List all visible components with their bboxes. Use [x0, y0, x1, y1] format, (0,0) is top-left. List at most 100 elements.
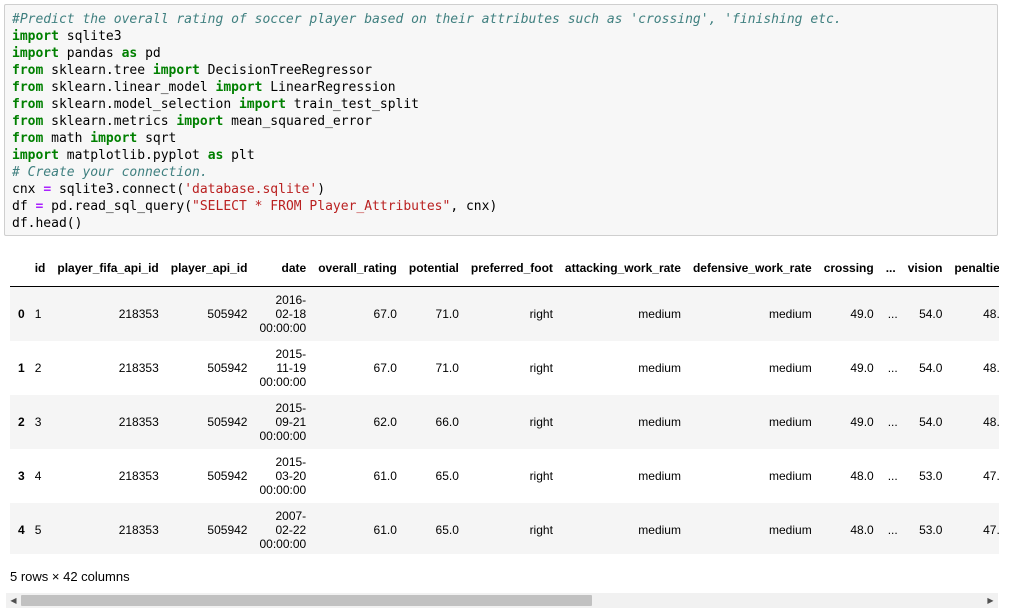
table-row: 1 2 218353 505942 2015-11-19 00:00:00 67.0 71.…: [10, 341, 999, 395]
code-token: import: [238, 97, 286, 112]
scroll-thumb[interactable]: [21, 595, 592, 606]
output-area: id player_fifa_api_id player_api_id date ove…: [10, 250, 999, 554]
code-token: from: [12, 97, 44, 112]
cell-penalties: 47.0: [983, 469, 999, 483]
cell-date: 2007-02-22 00:00:00: [259, 509, 307, 551]
code-token: pd.read_sql_query(: [43, 199, 193, 214]
code-line: from math import sqrt: [12, 130, 997, 147]
code-token: mean_squared_error: [223, 114, 373, 129]
column-header: vision: [907, 261, 943, 275]
code-token: LinearRegression: [262, 80, 396, 95]
code-cell[interactable]: #Predict the overall rating of soccer pl…: [4, 4, 998, 236]
code-token: from: [12, 63, 44, 78]
column-header: crossing: [823, 261, 874, 275]
column-header: defensive_work_rate: [692, 261, 812, 275]
code-token: matplotlib.pyplot: [58, 148, 208, 163]
column-header: preferred_foot: [470, 261, 553, 275]
code-token: from: [12, 114, 44, 129]
row-index: 1: [18, 361, 25, 375]
code-token: ): [317, 182, 326, 197]
cell-player-fifa-api-id: 218353: [118, 469, 159, 483]
code-editor[interactable]: #Predict the overall rating of soccer pl…: [5, 5, 997, 232]
column-header: penalties: [954, 261, 999, 275]
cell-overall-rating: 61.0: [373, 523, 397, 537]
table-row: 4 5 218353 505942 2007-02-22 00:00:00 61.0 65.…: [10, 503, 999, 554]
cell-player-api-id: 505942: [207, 361, 248, 375]
column-header: player_api_id: [170, 261, 248, 275]
code-token: import: [12, 46, 59, 61]
cell-crossing: 49.0: [850, 307, 874, 321]
cell-attacking-work-rate: medium: [638, 415, 681, 429]
column-header: date: [281, 261, 307, 275]
code-token: df: [12, 199, 36, 214]
cell-penalties: 48.0: [983, 415, 999, 429]
code-token: "SELECT * FROM Player_Attributes": [192, 199, 451, 214]
code-line: from sklearn.model_selection import trai…: [12, 96, 997, 113]
cell-defensive-work-rate: medium: [769, 415, 812, 429]
code-token: pandas: [58, 46, 122, 61]
code-line: df.head(): [12, 215, 997, 232]
code-token: import: [215, 80, 263, 95]
cell-player-api-id: 505942: [207, 469, 248, 483]
code-token: =: [43, 182, 52, 197]
code-line: cnx = sqlite3.connect('database.sqlite'): [12, 181, 997, 198]
code-token: 'database.sqlite': [184, 182, 318, 197]
code-token: import: [176, 114, 224, 129]
table-row: 0 1 218353 505942 2016-02-18 00:00:00 67.0 71.…: [10, 286, 999, 341]
code-line: import sqlite3: [12, 28, 997, 45]
cell-defensive-work-rate: medium: [769, 361, 812, 375]
code-token: sqlite3: [58, 29, 122, 44]
code-token: import: [90, 131, 138, 146]
code-token: sklearn.tree: [43, 63, 153, 78]
code-token: cnx: [12, 182, 44, 197]
rows-columns-summary: 5 rows × 42 columns: [10, 569, 130, 584]
cell-overall-rating: 62.0: [373, 415, 397, 429]
cell-player-fifa-api-id: 218353: [118, 523, 159, 537]
cell-preferred-foot: right: [529, 523, 553, 537]
cell-id: 5: [34, 523, 42, 537]
cell-ellipsis: ...: [887, 523, 898, 537]
cell-player-fifa-api-id: 218353: [118, 361, 159, 375]
row-index: 0: [18, 307, 25, 321]
cell-overall-rating: 67.0: [373, 307, 397, 321]
cell-preferred-foot: right: [529, 307, 553, 321]
cell-id: 4: [34, 469, 42, 483]
code-line: #Predict the overall rating of soccer pl…: [12, 11, 997, 28]
cell-date: 2015-11-19 00:00:00: [259, 347, 307, 389]
code-token: import: [12, 148, 59, 163]
column-header: id: [34, 261, 46, 275]
column-header: overall_rating: [318, 261, 397, 275]
scroll-right-arrow-icon[interactable]: ▶: [983, 593, 998, 608]
code-line: from sklearn.linear_model import LinearR…: [12, 79, 997, 96]
cell-ellipsis: ...: [887, 415, 898, 429]
code-token: sqrt: [137, 131, 177, 146]
cell-ellipsis: ...: [887, 469, 898, 483]
cell-ellipsis: ...: [887, 361, 898, 375]
code-token: plt: [223, 148, 255, 163]
cell-penalties: 48.0: [983, 361, 999, 375]
cell-vision: 54.0: [919, 361, 943, 375]
code-token: df.head(): [12, 216, 83, 231]
code-token: as: [207, 148, 224, 163]
cell-vision: 53.0: [919, 469, 943, 483]
column-header: player_fifa_api_id: [57, 261, 159, 275]
dataframe-table: id player_fifa_api_id player_api_id date ove…: [10, 250, 999, 554]
code-line: from sklearn.metrics import mean_squared…: [12, 113, 997, 130]
cell-id: 2: [34, 361, 42, 375]
cell-attacking-work-rate: medium: [638, 307, 681, 321]
scroll-left-arrow-icon[interactable]: ◀: [6, 593, 21, 608]
cell-penalties: 48.0: [983, 307, 999, 321]
horizontal-scrollbar[interactable]: ◀ ▶: [6, 593, 998, 608]
code-token: pd: [137, 46, 161, 61]
cell-attacking-work-rate: medium: [638, 523, 681, 537]
cell-preferred-foot: right: [529, 469, 553, 483]
code-token: as: [121, 46, 138, 61]
code-token: sklearn.model_selection: [43, 97, 239, 112]
cell-vision: 54.0: [919, 415, 943, 429]
cell-crossing: 48.0: [850, 469, 874, 483]
code-token: #Predict the overall rating of soccer pl…: [12, 12, 842, 27]
cell-id: 3: [34, 415, 42, 429]
column-header: ...: [885, 261, 896, 275]
code-token: sklearn.metrics: [43, 114, 177, 129]
code-token: math: [43, 131, 91, 146]
